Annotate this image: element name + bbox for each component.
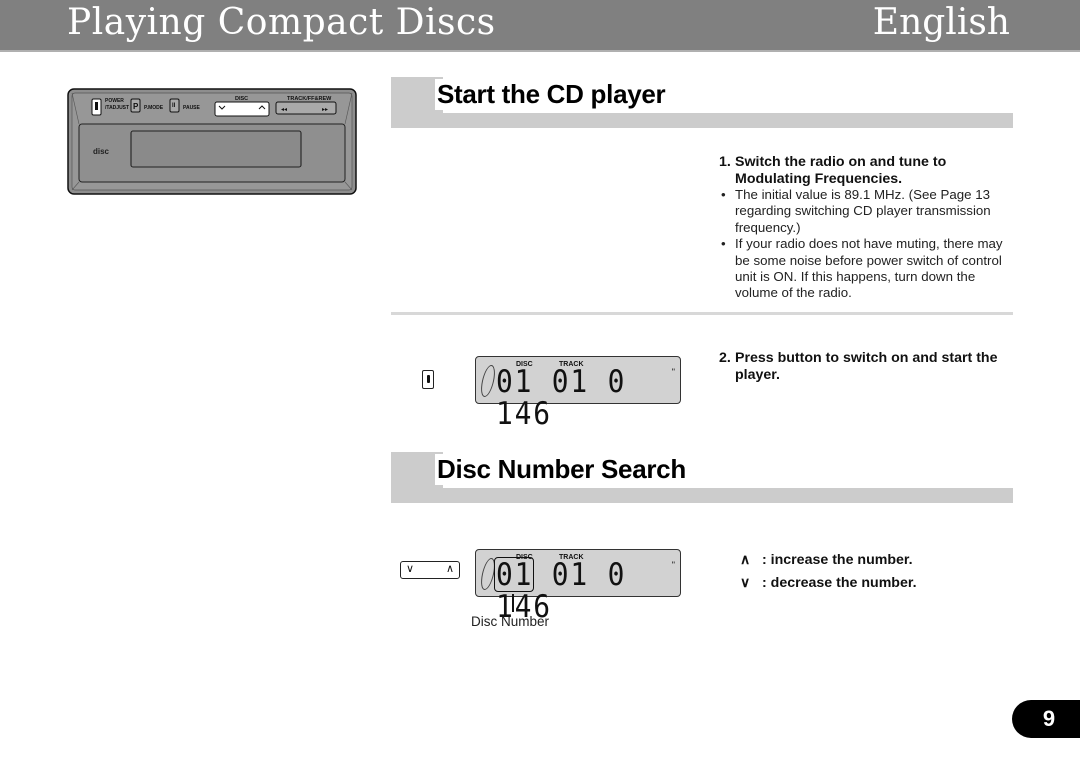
svg-text:/TADJUST: /TADJUST (105, 105, 129, 111)
bullet-item: • The initial value is 89.1 MHz. (See Pag… (721, 187, 991, 235)
page-number: 9 (1012, 700, 1080, 738)
section-header-start: Start the CD player (391, 77, 1013, 128)
chevron-down-icon: ∨ (740, 574, 751, 591)
disc-rocker-icon: ∨ ∧ (400, 561, 460, 579)
chevron-up-icon: ∧ (445, 563, 454, 575)
button-legend: ∧: increase the number. ∨: decrease the … (740, 548, 917, 594)
section-title: Start the CD player (435, 79, 666, 110)
step-title: Press button to switch on and start the … (735, 350, 998, 383)
language-label: English (872, 2, 1010, 43)
section-header-disc-search: Disc Number Search (391, 452, 1013, 503)
lcd-display: DISC TRACK 01 01 0 146 " (475, 356, 681, 430)
svg-text:DISC: DISC (235, 96, 248, 102)
disc-number-callout: Disc Number (471, 614, 550, 629)
step-title: Switch the radio on and tune to Modulati… (735, 154, 947, 187)
callout-line (512, 594, 514, 612)
svg-text:P: P (133, 102, 139, 111)
section-title: Disc Number Search (435, 454, 686, 485)
power-button-icon (422, 370, 434, 389)
disc-rocker (214, 101, 270, 117)
bullet-item: • If your radio does not have muting, the… (721, 236, 1003, 301)
svg-text:P.MODE: P.MODE (144, 105, 164, 111)
chevron-down-icon: ∨ (406, 563, 415, 575)
lcd-display: DISC TRACK 01 01 0 146 " (475, 549, 681, 623)
page-header: Playing Compact Discs English (0, 0, 1080, 52)
svg-text:PAUSE: PAUSE (183, 105, 201, 111)
step-1: 1. Switch the radio on and tune to Modula… (719, 154, 1019, 302)
disc-number-highlight (494, 557, 534, 592)
svg-text:II: II (172, 103, 176, 109)
page-title: Playing Compact Discs (67, 2, 496, 43)
disc-icon (478, 365, 498, 397)
svg-text:disc: disc (93, 147, 110, 156)
svg-text:POWER: POWER (105, 98, 124, 104)
step-number: 1. (719, 154, 731, 170)
divider (391, 312, 1013, 315)
lcd-digits: 01 01 0 146 (496, 364, 627, 432)
legend-decrease: ∨: decrease the number. (740, 574, 917, 591)
svg-text:◂◂: ◂◂ (281, 107, 287, 113)
chevron-up-icon: ∧ (740, 551, 751, 568)
legend-increase: ∧: increase the number. (740, 551, 913, 568)
cd-head-unit-illustration: POWER /TADJUST P P.MODE II PAUSE DISC TR… (67, 88, 357, 195)
step-2: 2. Press button to switch on and start th… (719, 350, 1019, 383)
svg-text:TRACK/FF&REW: TRACK/FF&REW (287, 96, 332, 102)
step-number: 2. (719, 350, 731, 366)
svg-text:▸▸: ▸▸ (322, 107, 328, 113)
